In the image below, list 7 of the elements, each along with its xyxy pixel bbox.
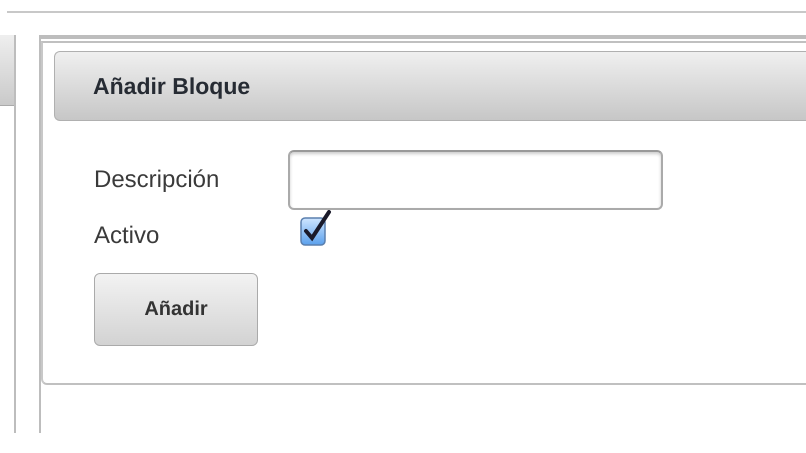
add-button[interactable]: Añadir <box>94 273 258 346</box>
field-label: Descripción <box>94 166 220 194</box>
sidebar-panel <box>0 35 14 106</box>
field-label: Activo <box>94 222 160 250</box>
checkbox[interactable] <box>300 210 332 248</box>
panel-title: Añadir Bloque <box>93 72 250 100</box>
description-field[interactable] <box>288 150 663 210</box>
